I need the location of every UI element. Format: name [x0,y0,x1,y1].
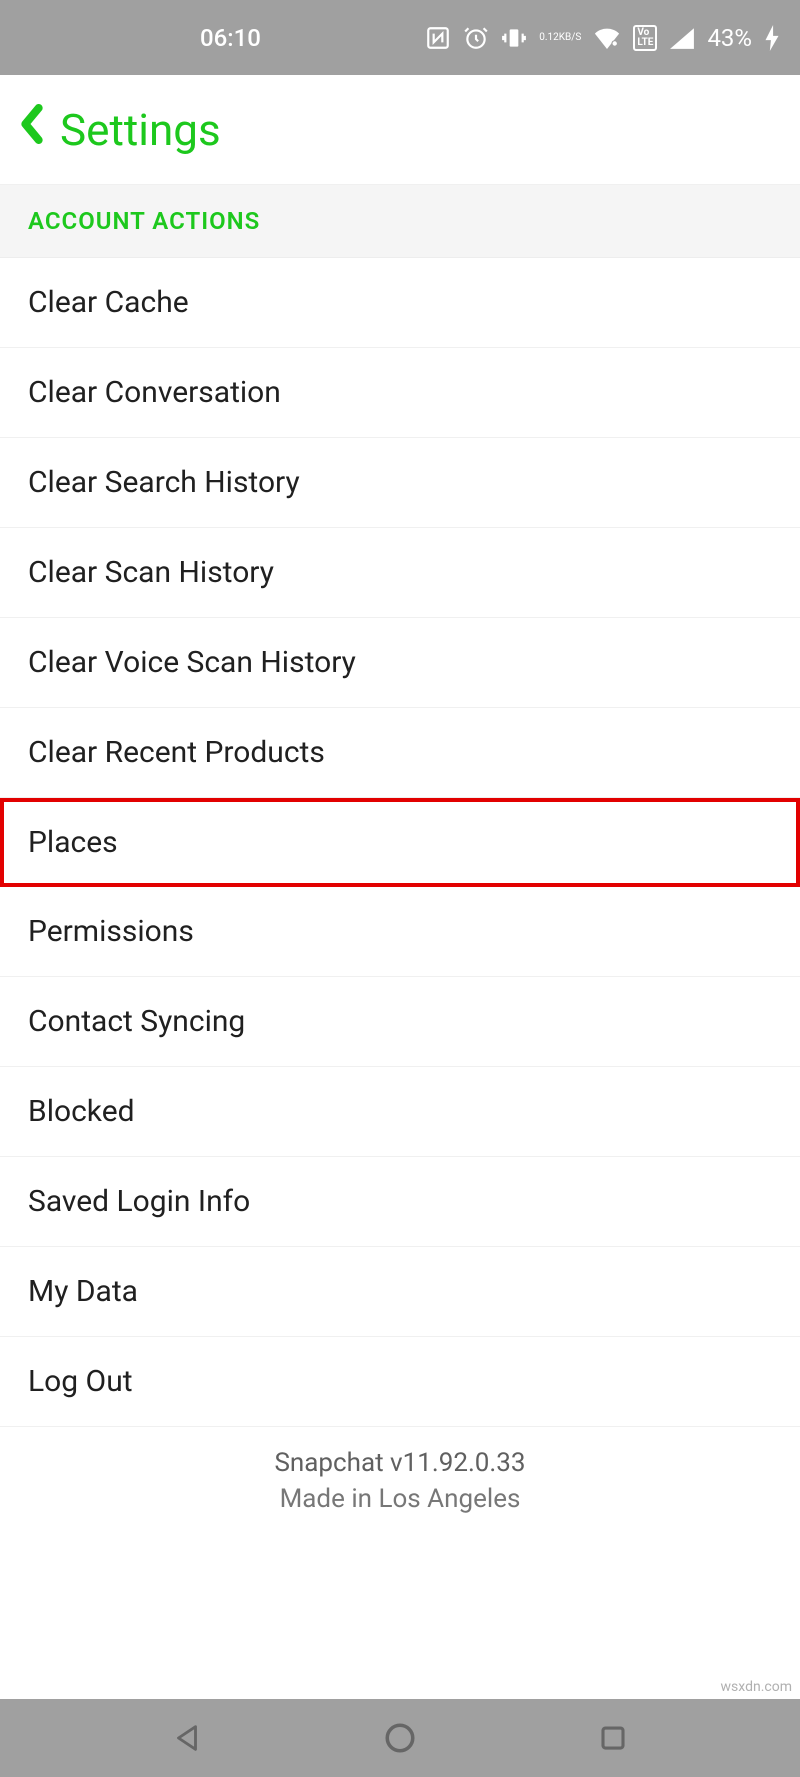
status-bar: 06:10 0.12 KB/S VoLTE 43% [0,0,800,75]
data-rate: 0.12 KB/S [539,33,581,43]
battery-text: 43% [707,24,752,52]
list-item-log-out[interactable]: Log Out [0,1337,800,1427]
settings-list: Clear CacheClear ConversationClear Searc… [0,258,800,1427]
wifi-icon [593,27,621,49]
nav-back-icon[interactable] [167,1718,207,1758]
settings-header: Settings [0,75,800,185]
list-item-clear-scan-history[interactable]: Clear Scan History [0,528,800,618]
alarm-icon [463,25,489,51]
volte-icon: VoLTE [633,25,657,51]
app-version: Snapchat v11.92.0.33 [0,1445,800,1481]
status-icons: 0.12 KB/S VoLTE 43% [425,24,780,52]
list-item-clear-conversation[interactable]: Clear Conversation [0,348,800,438]
nfc-icon [425,25,451,51]
list-item-clear-cache[interactable]: Clear Cache [0,258,800,348]
list-item-my-data[interactable]: My Data [0,1247,800,1337]
app-location: Made in Los Angeles [0,1481,800,1517]
nav-home-icon[interactable] [380,1718,420,1758]
vibrate-icon [501,25,527,51]
list-item-permissions[interactable]: Permissions [0,887,800,977]
signal-icon [669,27,695,49]
list-item-saved-login-info[interactable]: Saved Login Info [0,1157,800,1247]
status-time: 06:10 [200,24,261,52]
list-item-clear-search-history[interactable]: Clear Search History [0,438,800,528]
section-account-actions: ACCOUNT ACTIONS [0,185,800,258]
watermark: wsxdn.com [721,1679,792,1695]
android-nav-bar [0,1699,800,1777]
back-icon[interactable] [20,104,44,155]
list-item-blocked[interactable]: Blocked [0,1067,800,1157]
nav-recent-icon[interactable] [593,1718,633,1758]
list-item-places[interactable]: Places [0,798,800,887]
list-item-contact-syncing[interactable]: Contact Syncing [0,977,800,1067]
list-item-clear-voice-scan-history[interactable]: Clear Voice Scan History [0,618,800,708]
list-item-clear-recent-products[interactable]: Clear Recent Products [0,708,800,798]
app-version-footer: Snapchat v11.92.0.33 Made in Los Angeles [0,1427,800,1518]
charging-icon [764,25,780,51]
page-title: Settings [60,104,221,156]
